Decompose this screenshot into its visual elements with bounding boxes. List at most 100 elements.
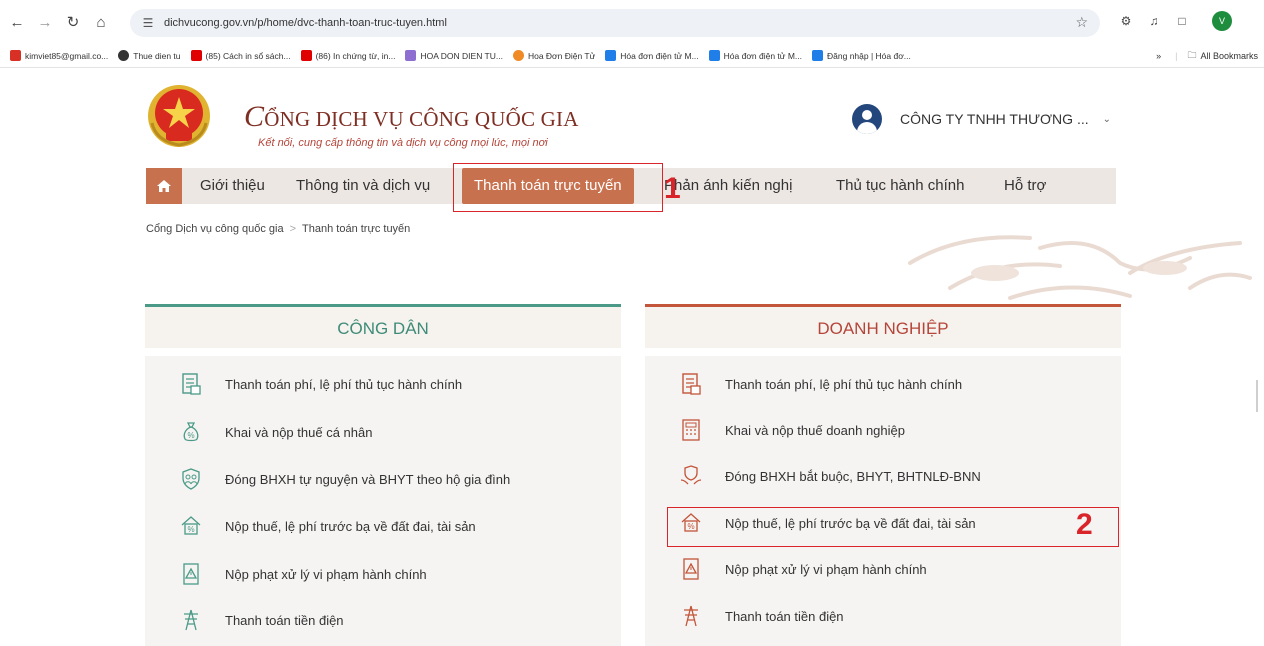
invoice-icon — [605, 50, 617, 61]
bookmark-item[interactable]: HOA DON DIEN TU... — [405, 50, 503, 61]
bookmark-item[interactable]: (86) In chứng từ, in... — [300, 50, 395, 61]
business-service-item[interactable]: Nộp phạt xử lý vi phạm hành chính — [679, 557, 927, 581]
service-label: Nộp phạt xử lý vi phạm hành chính — [225, 566, 427, 582]
warning-document-icon — [679, 557, 703, 581]
service-label: Thanh toán phí, lệ phí thủ tục hành chín… — [725, 376, 963, 392]
bookmarks-right: » | 🗀 All Bookmarks — [1156, 44, 1258, 67]
account-menu[interactable]: CÔNG TY TNHH THƯƠNG ... ⌄ — [852, 104, 1111, 134]
business-service-item[interactable]: Thanh toán tiền điện — [679, 604, 844, 628]
folder-icon: 🗀 — [1187, 50, 1197, 60]
bookmark-item[interactable]: Đăng nhập | Hóa đơ... — [812, 50, 911, 61]
reload-icon[interactable]: ↻ — [62, 11, 84, 33]
power-tower-icon — [679, 604, 703, 628]
address-bar[interactable]: ☰ dichvucong.gov.vn/p/home/dvc-thanh-toa… — [130, 9, 1100, 37]
bookmark-item[interactable]: Hóa đơn điện tử M... — [708, 50, 803, 61]
nav-item-phan-anh-kien-nghi[interactable]: Phản ánh kiến nghị — [664, 168, 792, 204]
divider: | — [1175, 51, 1178, 61]
nav-item-thu-tuc-hanh-chinh[interactable]: Thủ tục hành chính — [836, 168, 964, 204]
bookmark-item[interactable]: kimviet85@gmail.co... — [10, 50, 108, 61]
service-label: Khai và nộp thuế cá nhân — [225, 424, 373, 440]
globe-icon — [118, 50, 130, 61]
service-label: Thanh toán phí, lệ phí thủ tục hành chín… — [225, 376, 463, 392]
browser-toolbar: ← → ↻ ⌂ ☰ dichvucong.gov.vn/p/home/dvc-t… — [0, 0, 1264, 44]
house-percent-icon: % — [179, 514, 203, 538]
breadcrumb-current: Thanh toán trực tuyến — [302, 223, 411, 235]
citizen-service-item[interactable]: Đóng BHXH tự nguyện và BHYT theo hộ gia … — [179, 467, 510, 491]
bookmark-label: Hóa đơn điện tử M... — [723, 50, 803, 61]
bookmark-label: Đăng nhập | Hóa đơ... — [827, 50, 911, 61]
chevron-down-icon[interactable]: ⌄ — [1103, 114, 1111, 125]
account-name: CÔNG TY TNHH THƯƠNG ... — [900, 111, 1089, 127]
invoice-icon — [812, 50, 824, 61]
translate-icon[interactable]: ♫ — [1144, 11, 1164, 31]
bookmark-item[interactable]: Hoa Đơn Điện Tử — [512, 50, 596, 61]
family-shield-icon — [179, 467, 203, 491]
bookmark-star-icon[interactable]: ☆ — [1075, 14, 1088, 31]
service-label: Đóng BHXH bắt buộc, BHYT, BHTNLĐ-BNN — [725, 468, 981, 484]
home-browser-icon[interactable]: ⌂ — [90, 11, 112, 33]
orange-dot-icon — [512, 50, 524, 61]
business-service-item[interactable]: Đóng BHXH bắt buộc, BHYT, BHTNLĐ-BNN — [679, 464, 981, 488]
all-bookmarks-button[interactable]: All Bookmarks — [1200, 51, 1258, 61]
invoice-icon — [708, 50, 720, 61]
citizen-heading: CÔNG DÂN — [145, 304, 621, 348]
service-label: Thanh toán tiền điện — [225, 612, 344, 628]
bookmark-label: Hóa đơn điện tử M... — [620, 50, 699, 61]
step-marker-2: 2 — [1076, 508, 1093, 541]
nav-item-ho-tro[interactable]: Hỗ trợ — [1004, 168, 1046, 204]
url-text: dichvucong.gov.vn/p/home/dvc-thanh-toan-… — [164, 17, 447, 29]
document-fee-icon — [179, 372, 203, 396]
bookmarks-bar: kimviet85@gmail.co... Thue dien tu (85) … — [0, 44, 1264, 68]
business-service-item[interactable]: Khai và nộp thuế doanh nghiệp — [679, 418, 905, 442]
home-icon[interactable] — [146, 168, 182, 204]
service-label: Nộp thuế, lệ phí trước bạ về đất đai, tà… — [225, 518, 476, 534]
calculator-document-icon — [679, 418, 703, 442]
citizen-service-item[interactable]: % Nộp thuế, lệ phí trước bạ về đất đai, … — [179, 514, 476, 538]
service-label: Khai và nộp thuế doanh nghiệp — [725, 422, 905, 438]
svg-text:%: % — [187, 431, 194, 440]
business-service-list: Thanh toán phí, lệ phí thủ tục hành chín… — [645, 356, 1121, 646]
bookmark-item[interactable]: (85) Cách in sổ sách... — [190, 50, 291, 61]
bookmark-item[interactable]: Hóa đơn điện tử M... — [605, 50, 699, 61]
breadcrumb-home-link[interactable]: Cổng Dịch vụ công quốc gia — [146, 223, 284, 235]
citizen-service-item[interactable]: Nộp phạt xử lý vi phạm hành chính — [179, 562, 427, 586]
step-marker-1: 1 — [664, 172, 681, 205]
citizen-service-item[interactable]: Thanh toán tiền điện — [179, 608, 344, 632]
feather-icon — [405, 50, 417, 61]
bookmark-label: (85) Cách in sổ sách... — [205, 50, 291, 61]
bookmark-label: HOA DON DIEN TU... — [420, 50, 503, 61]
site-title-text: ỔNG DỊCH VỤ CÔNG QUỐC GIA — [264, 107, 579, 131]
user-avatar-icon — [852, 104, 882, 134]
business-service-item[interactable]: Thanh toán phí, lệ phí thủ tục hành chín… — [679, 372, 962, 396]
document-fee-icon — [679, 372, 703, 396]
citizen-service-item[interactable]: % Khai và nộp thuế cá nhân — [179, 420, 372, 444]
bookmark-item[interactable]: Thue dien tu — [118, 50, 181, 61]
national-emblem-logo[interactable] — [146, 83, 212, 149]
scrollbar[interactable] — [1256, 380, 1258, 412]
money-bag-icon: % — [179, 420, 203, 444]
gmail-icon — [10, 50, 21, 61]
youtube-icon — [190, 50, 202, 61]
youtube-icon — [300, 50, 312, 61]
service-label: Thanh toán tiền điện — [725, 608, 844, 624]
site-title[interactable]: CỔNG DỊCH VỤ CÔNG QUỐC GIA — [244, 100, 579, 134]
nav-item-gioi-thieu[interactable]: Giới thiệu — [200, 168, 265, 204]
bookmarks-overflow-button[interactable]: » — [1156, 51, 1161, 61]
power-tower-icon — [179, 608, 203, 632]
hands-shield-icon — [679, 464, 703, 488]
citizen-service-item[interactable]: Thanh toán phí, lệ phí thủ tục hành chín… — [179, 372, 462, 396]
extension-icon[interactable]: ⚙ — [1116, 11, 1136, 31]
highlight-box-step2 — [667, 507, 1119, 547]
bookmark-label: Thue dien tu — [133, 50, 181, 61]
site-subtitle: Kết nối, cung cấp thông tin và dịch vụ c… — [258, 137, 548, 149]
forward-icon[interactable]: → — [34, 11, 56, 33]
highlight-box-step1 — [453, 163, 663, 212]
site-settings-icon[interactable]: ☰ — [140, 15, 156, 31]
nav-item-thong-tin-dich-vu[interactable]: Thông tin và dịch vụ — [296, 168, 430, 204]
bookmark-label: Hoa Đơn Điện Tử — [527, 50, 596, 61]
extensions-puzzle-icon[interactable]: □ — [1172, 11, 1192, 31]
citizen-service-list: Thanh toán phí, lệ phí thủ tục hành chín… — [145, 356, 621, 646]
back-icon[interactable]: ← — [6, 11, 28, 33]
breadcrumb: Cổng Dịch vụ công quốc gia > Thanh toán tr… — [146, 223, 410, 235]
profile-avatar-icon[interactable]: V — [1212, 11, 1232, 31]
